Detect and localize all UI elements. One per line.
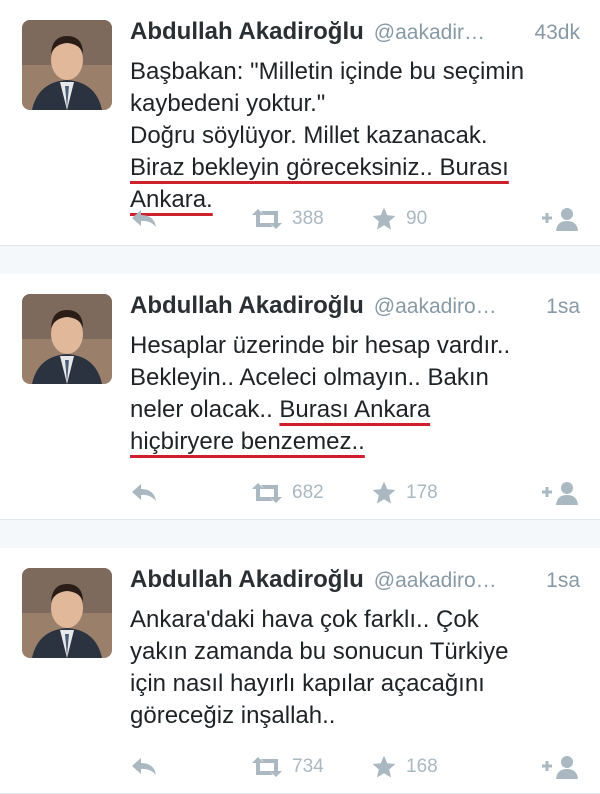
- feed-separator: [0, 520, 600, 548]
- tweet-text-line: hiçbiryere benzemez..: [130, 426, 580, 458]
- tweet-text-line: için nasıl hayırlı kapılar açacağını: [130, 668, 580, 700]
- retweet-icon: [252, 757, 282, 777]
- text-segment: için nasıl hayırlı kapılar açacağını: [130, 670, 485, 697]
- add-user-icon: [542, 482, 578, 505]
- star-icon: [372, 207, 396, 230]
- tweet-actions: 388 90: [130, 204, 580, 234]
- tweet-text: Hesaplar üzerinde bir hesap vardır.. Bekl…: [130, 330, 580, 458]
- tweet-text-line: kaybedeni yoktur.": [130, 88, 580, 120]
- reply-button[interactable]: [130, 482, 250, 504]
- author-handle[interactable]: @aakadiro…: [374, 295, 538, 319]
- favorite-count: 178: [406, 482, 438, 503]
- underlined-text: Burası Ankara: [279, 396, 431, 423]
- retweet-icon: [252, 483, 282, 503]
- tweet-text-line: Bekleyin.. Aceleci olmayın.. Bakın: [130, 362, 580, 394]
- avatar[interactable]: [22, 294, 112, 384]
- underlined-text: hiçbiryere benzemez..: [130, 428, 365, 455]
- tweet-feed: Abdullah Akadiroğlu @aakadir… 43dk Başba…: [0, 0, 600, 794]
- tweet-text-line: Doğru söylüyor. Millet kazanacak.: [130, 120, 580, 152]
- favorite-button[interactable]: 168: [370, 754, 540, 780]
- reply-icon: [132, 758, 156, 775]
- star-icon: [372, 755, 396, 778]
- text-segment: Ankara'daki hava çok farklı.. Çok: [130, 606, 479, 633]
- author-handle[interactable]: @aakadiro…: [374, 569, 538, 593]
- retweet-count: 734: [292, 756, 324, 777]
- retweet-count: 388: [292, 208, 324, 229]
- reply-icon: [132, 484, 156, 501]
- timestamp[interactable]: 43dk: [534, 21, 580, 45]
- tweet[interactable]: Abdullah Akadiroğlu @aakadir… 43dk Başba…: [0, 0, 600, 246]
- follow-button[interactable]: [540, 754, 580, 780]
- tweet[interactable]: Abdullah Akadiroğlu @aakadiro… 1sa Hesap…: [0, 274, 600, 520]
- retweet-count: 682: [292, 482, 324, 503]
- add-user-icon: [542, 208, 578, 231]
- tweet-text: Ankara'daki hava çok farklı.. Çok yakın z…: [130, 604, 580, 732]
- text-segment: neler olacak..: [130, 396, 280, 423]
- retweet-button[interactable]: 388: [250, 208, 370, 230]
- retweet-button[interactable]: 734: [250, 756, 370, 778]
- text-segment: Bekleyin.. Aceleci olmayın.. Bakın: [130, 364, 489, 391]
- retweet-icon: [252, 209, 282, 229]
- favorite-button[interactable]: 178: [370, 480, 540, 506]
- text-segment: yakın zamanda bu sonucun Türkiye: [130, 638, 509, 665]
- text-segment: Doğru söylüyor. Millet kazanacak.: [130, 122, 488, 149]
- follow-button[interactable]: [540, 206, 580, 232]
- follow-button[interactable]: [540, 480, 580, 506]
- author-name[interactable]: Abdullah Akadiroğlu: [130, 18, 364, 46]
- retweet-button[interactable]: 682: [250, 482, 370, 504]
- reply-icon: [132, 210, 156, 227]
- author-name[interactable]: Abdullah Akadiroğlu: [130, 292, 364, 320]
- favorite-count: 168: [406, 756, 438, 777]
- timestamp[interactable]: 1sa: [546, 569, 580, 593]
- reply-button[interactable]: [130, 756, 250, 778]
- author-handle[interactable]: @aakadir…: [374, 21, 527, 45]
- text-segment: Başbakan: "Milletin içinde bu seçimin: [130, 58, 525, 85]
- tweet-text-line: yakın zamanda bu sonucun Türkiye: [130, 636, 580, 668]
- avatar[interactable]: [22, 568, 112, 658]
- author-name[interactable]: Abdullah Akadiroğlu: [130, 566, 364, 594]
- add-user-icon: [542, 756, 578, 779]
- feed-separator: [0, 246, 600, 274]
- tweet-text-line: Hesaplar üzerinde bir hesap vardır..: [130, 330, 580, 362]
- star-icon: [372, 481, 396, 504]
- tweet-text-line: neler olacak.. Burası Ankara: [130, 394, 580, 426]
- tweet-text: Başbakan: "Milletin içinde bu seçimin kay…: [130, 56, 580, 216]
- tweet-text-line: Ankara'daki hava çok farklı.. Çok: [130, 604, 580, 636]
- favorite-button[interactable]: 90: [370, 206, 540, 232]
- avatar[interactable]: [22, 20, 112, 110]
- tweet-text-line: göreceğiz inşallah..: [130, 700, 580, 732]
- text-segment: göreceğiz inşallah..: [130, 702, 336, 729]
- reply-button[interactable]: [130, 208, 250, 230]
- text-segment: Hesaplar üzerinde bir hesap vardır..: [130, 332, 511, 359]
- favorite-count: 90: [406, 208, 428, 229]
- underlined-text: Biraz bekleyin göreceksiniz.. Burası: [130, 154, 509, 181]
- tweet-actions: 734 168: [130, 752, 580, 782]
- tweet-text-line: Biraz bekleyin göreceksiniz.. Burası: [130, 152, 580, 184]
- tweet-actions: 682 178: [130, 478, 580, 508]
- tweet-text-line: Başbakan: "Milletin içinde bu seçimin: [130, 56, 580, 88]
- tweet[interactable]: Abdullah Akadiroğlu @aakadiro… 1sa Ankar…: [0, 548, 600, 794]
- timestamp[interactable]: 1sa: [546, 295, 580, 319]
- text-segment: kaybedeni yoktur.": [130, 90, 326, 117]
